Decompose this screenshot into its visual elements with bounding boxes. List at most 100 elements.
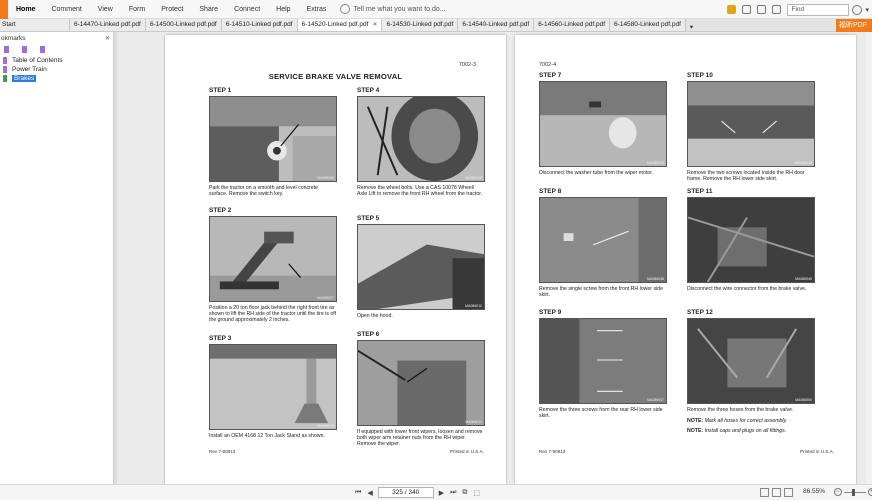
note-2: NOTE: Install caps and plugs on all fitt… — [687, 428, 815, 434]
tab-document[interactable]: 6-14560-Linked pdf.pdf — [534, 19, 611, 31]
page-footer-left: Rev 7-90813 — [539, 449, 566, 454]
tab-start[interactable]: Start — [0, 19, 70, 31]
zoom-out-icon[interactable]: − — [834, 488, 842, 496]
zoom-slider[interactable] — [844, 488, 866, 496]
search-icon[interactable] — [852, 4, 863, 15]
menu-connect[interactable]: Connect — [226, 0, 268, 19]
step-caption: Remove the single screw from the front R… — [539, 286, 663, 299]
step-caption: Disconnect the wire connector from the b… — [687, 286, 807, 292]
fit-width-icon[interactable]: ⬚ — [470, 489, 483, 497]
step-heading: STEP 5 — [357, 215, 380, 222]
zoom-in-icon[interactable]: + — [868, 488, 872, 496]
menu-protect[interactable]: Protect — [153, 0, 191, 19]
next-page-icon[interactable]: ▶ — [436, 489, 447, 497]
sun-icon[interactable] — [727, 5, 737, 14]
share-icon[interactable] — [757, 5, 767, 14]
tab-label: 6-14580-Linked pdf.pdf — [614, 21, 681, 28]
find-input[interactable]: Find — [787, 3, 850, 16]
bookmark-item-brakes[interactable]: Brakes — [0, 74, 113, 83]
figure-id: MA086269 — [317, 176, 334, 180]
tab-document-active[interactable]: 6-14520-Linked pdf.pdf ✕ — [297, 19, 383, 31]
brand-badge[interactable]: 福昕PDF — [836, 19, 872, 32]
close-icon[interactable]: ✕ — [372, 19, 377, 31]
step-caption: Open the hood. — [357, 313, 393, 319]
tab-document[interactable]: 6-14470-Linked pdf.pdf — [70, 19, 146, 31]
menu-home[interactable]: Home — [8, 0, 43, 19]
figure-id: MA086050 — [795, 398, 812, 402]
single-page-icon[interactable] — [760, 488, 769, 497]
step-heading: STEP 1 — [209, 87, 232, 94]
bookmark-icon — [3, 66, 7, 73]
menu-help[interactable]: Help — [268, 0, 298, 19]
page-number: 7002-4 — [539, 62, 557, 68]
tab-document[interactable]: 6-14510-Linked pdf.pdf — [221, 19, 298, 31]
tab-label: 6-14560-Linked pdf.pdf — [538, 21, 606, 28]
note-label: NOTE: — [687, 418, 704, 425]
figure-id: MA086049 — [795, 277, 812, 281]
tab-list-chevron-icon[interactable]: ▾ — [690, 23, 693, 31]
tab-document[interactable]: 6-14580-Linked pdf.pdf — [610, 19, 686, 31]
tab-label: 6-14500-Linked pdf.pdf — [149, 21, 217, 28]
step-heading: STEP 2 — [209, 207, 232, 214]
step-3: STEP 3 MA086008 Install an OEM 4168 12 T… — [209, 335, 337, 439]
figure-id: MA086047 — [647, 398, 664, 402]
app-menu-button[interactable] — [0, 0, 8, 19]
step-heading: STEP 4 — [357, 87, 380, 94]
step-photo: MA086269 — [209, 96, 337, 182]
vertical-scrollbar[interactable] — [866, 32, 872, 484]
page-number-input[interactable]: 325 / 340 — [377, 487, 434, 498]
status-bar: ⏮ ◀ 325 / 340 ▶ ⏭ ⧉ ⬚ 86.55% − + — [0, 484, 872, 500]
fit-page-icon[interactable]: ⧉ — [459, 489, 470, 497]
step-9: STEP 9 MA086047 Remove the three screws … — [539, 309, 667, 419]
chevron-down-icon[interactable]: ▾ — [865, 6, 869, 14]
zoom-control: − + — [834, 488, 872, 496]
menu-share[interactable]: Share — [191, 0, 226, 19]
previous-page-icon[interactable]: ◀ — [364, 489, 375, 497]
bookmark-item-power-train[interactable]: Power Train — [0, 65, 113, 74]
tab-document[interactable]: 6-14500-Linked pdf.pdf — [145, 19, 222, 31]
step-10: STEP 10 MA086048 Remove the two screws l… — [687, 72, 815, 182]
menu-view[interactable]: View — [90, 0, 121, 19]
step-heading: STEP 9 — [539, 309, 562, 316]
continuous-page-icon[interactable] — [772, 488, 781, 497]
figure-id: MA086045 — [647, 161, 664, 165]
step-heading: STEP 3 — [209, 335, 232, 342]
wiper-photo — [358, 341, 484, 425]
menu-extras[interactable]: Extras — [299, 0, 335, 19]
step-photo: MA086007 — [209, 216, 337, 302]
front-skirt-photo — [540, 198, 666, 282]
zoom-level[interactable]: 86.55% — [803, 488, 825, 495]
delete-bookmark-icon[interactable] — [21, 46, 29, 54]
settings-icon[interactable] — [772, 5, 782, 14]
bookmark-label: Power Train — [12, 66, 47, 73]
menu-comment[interactable]: Comment — [43, 0, 89, 19]
bookmark-item-table-of-contents[interactable]: Table of Contents — [0, 56, 113, 65]
first-page-icon[interactable]: ⏮ — [352, 489, 364, 497]
pdf-reader-window: Home Comment View Form Protect Share Con… — [0, 0, 872, 500]
tab-document[interactable]: 6-14540-Linked pdf.pdf — [458, 19, 535, 31]
step-caption: Park the tractor on a smooth and level c… — [209, 185, 318, 198]
step-heading: STEP 12 — [687, 309, 713, 316]
step-photo: MA086048 — [687, 81, 815, 167]
close-icon[interactable]: ✕ — [102, 35, 113, 42]
menu-form[interactable]: Form — [121, 0, 153, 19]
tab-document[interactable]: 6-14530-Linked pdf.pdf — [382, 19, 459, 31]
tell-me-search[interactable]: Tell me what you want to do... — [353, 6, 445, 13]
tractor-hood-photo — [358, 225, 484, 309]
bookmark-toolbar — [0, 44, 113, 56]
step-6: STEP 6 MA086011 If equipped with lower f… — [357, 331, 485, 448]
step-photo: MA086047 — [539, 318, 667, 404]
figure-id: MA086007 — [317, 296, 334, 300]
note-text: Mark all hoses for correct assembly. — [704, 418, 788, 425]
step-caption: Remove the three hoses from the brake va… — [687, 407, 794, 413]
expand-bookmark-icon[interactable] — [39, 46, 47, 54]
add-bookmark-icon[interactable] — [3, 46, 11, 54]
facing-page-icon[interactable] — [784, 488, 793, 497]
user-icon[interactable] — [742, 5, 752, 14]
last-page-icon[interactable]: ⏭ — [447, 489, 459, 497]
step-caption: Remove the two screws located inside the… — [687, 170, 805, 183]
step-photo: MA082118 — [357, 96, 485, 182]
step-photo: MA086008 — [209, 344, 337, 430]
step-7: STEP 7 MA086045 Disconnect the washer tu… — [539, 72, 667, 176]
tab-label: 6-14510-Linked pdf.pdf — [225, 21, 293, 28]
